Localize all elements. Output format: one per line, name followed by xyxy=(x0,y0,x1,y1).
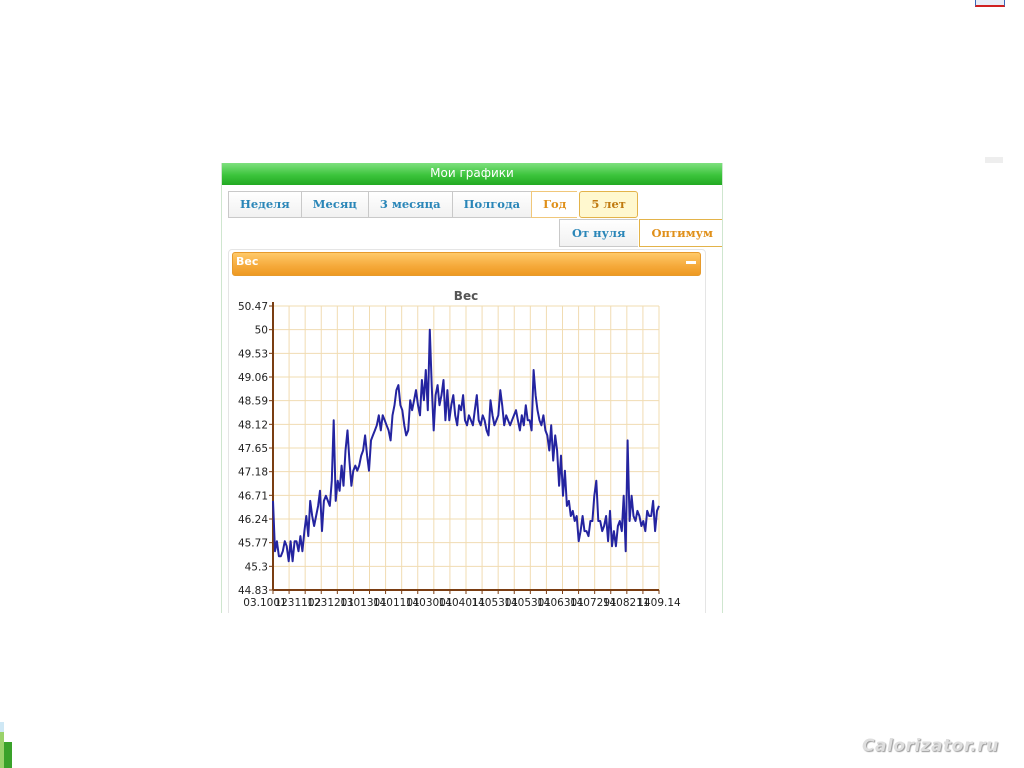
tab-from-zero[interactable]: От нуля xyxy=(559,219,638,247)
y-tick-label: 47.65 xyxy=(238,443,268,455)
range-tabs: Неделя Месяц 3 месяца Полгода Год 5 лет xyxy=(228,191,638,218)
tab-year[interactable]: Год xyxy=(531,191,578,218)
scale-tabs: От нуля Оптимум xyxy=(559,219,722,247)
tab-optimum[interactable]: Оптимум xyxy=(638,219,722,247)
chart-grid xyxy=(272,305,660,591)
y-tick-label: 47.18 xyxy=(238,467,268,479)
tab-month[interactable]: Месяц xyxy=(300,191,368,218)
panel-title: Мои графики xyxy=(222,163,722,185)
widget-header: Вес xyxy=(232,252,701,276)
chart-labels: 50.47 50 49.53 49.06 48.59 48.12 47.65 47.18 46.… xyxy=(238,301,681,609)
y-tick-label: 45.77 xyxy=(238,538,268,550)
leaf-icon xyxy=(0,722,12,768)
tab-week[interactable]: Неделя xyxy=(228,191,301,218)
chart-title: Вес xyxy=(454,289,478,303)
y-tick-label: 46.71 xyxy=(238,490,268,502)
weight-chart: 50.47 50 49.53 49.06 48.59 48.12 47.65 47.18 46.… xyxy=(238,289,681,609)
y-tick-label: 50 xyxy=(255,325,268,337)
widget-title: Вес xyxy=(236,255,259,268)
y-tick-label: 44.83 xyxy=(238,585,268,597)
y-tick-label: 46.24 xyxy=(238,514,268,526)
x-tick-label: 1409.14 xyxy=(637,597,681,609)
y-tick-label: 45.3 xyxy=(245,561,268,573)
tab-half-year[interactable]: Полгода xyxy=(451,191,532,218)
collapse-icon[interactable] xyxy=(686,261,696,264)
y-tick-label: 50.47 xyxy=(238,301,268,313)
watermark: Calorizator.ru xyxy=(862,736,999,756)
side-marker xyxy=(985,157,1003,163)
my-charts-panel: Мои графики Неделя Месяц 3 месяца Полгод… xyxy=(221,163,723,613)
tab-5-years[interactable]: 5 лет xyxy=(579,191,638,218)
y-tick-label: 49.53 xyxy=(238,348,268,360)
tab-3-months[interactable]: 3 месяца xyxy=(367,191,452,218)
y-tick-label: 48.59 xyxy=(238,396,268,408)
y-tick-label: 48.12 xyxy=(238,419,268,431)
flag-icon xyxy=(975,0,1005,7)
y-tick-label: 49.06 xyxy=(238,372,268,384)
